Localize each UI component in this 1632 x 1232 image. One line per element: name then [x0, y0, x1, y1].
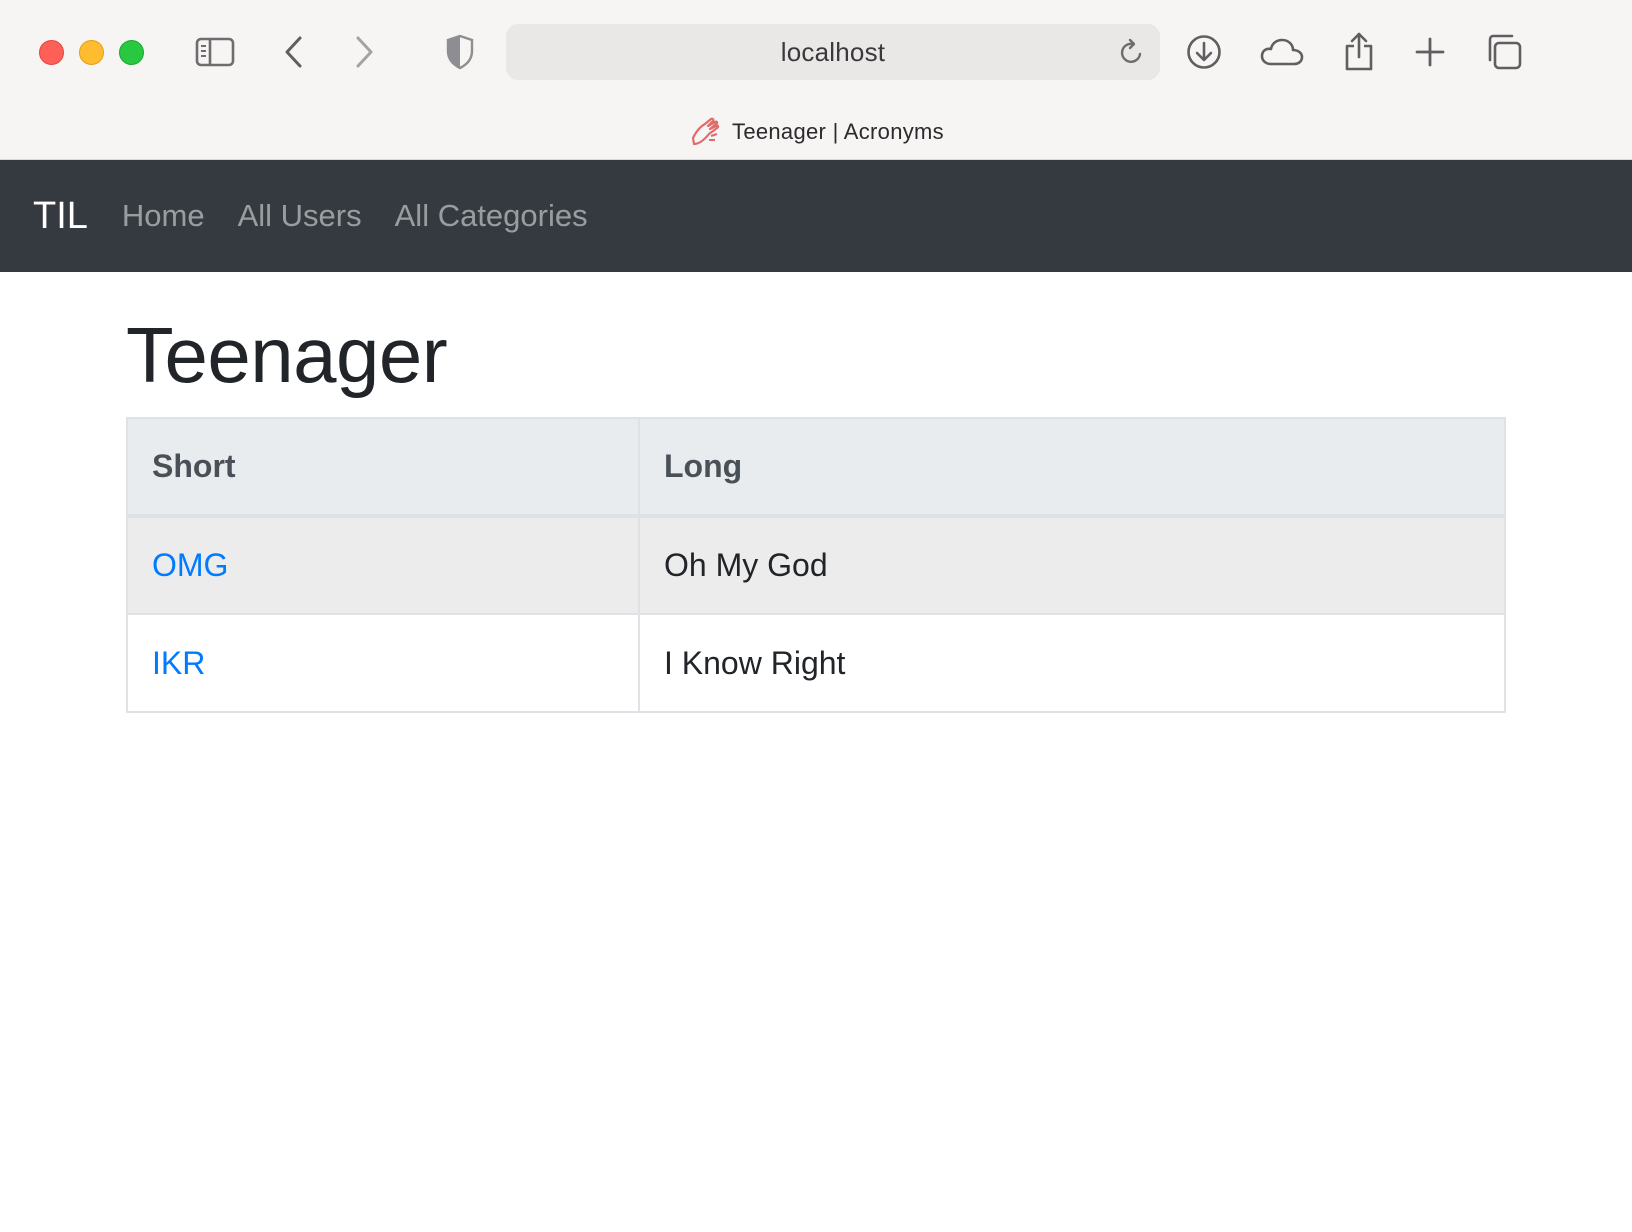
table-cell-long: Oh My God — [638, 515, 1506, 616]
acronyms-table: Short Long OMG Oh My God IKR I Know Righ… — [126, 417, 1506, 714]
download-icon[interactable] — [1182, 30, 1226, 74]
shield-icon[interactable] — [438, 30, 482, 74]
forward-icon[interactable] — [342, 30, 386, 74]
address-bar[interactable]: localhost — [506, 24, 1160, 80]
site-navbar: TIL Home All Users All Categories — [0, 160, 1632, 272]
maximize-window-button[interactable] — [119, 40, 144, 65]
column-header-long: Long — [638, 417, 1506, 519]
brand-link[interactable]: TIL — [33, 195, 88, 238]
nav-link-home[interactable]: Home — [122, 198, 205, 234]
tab[interactable]: Teenager | Acronyms — [0, 112, 1632, 152]
minimize-window-button[interactable] — [79, 40, 104, 65]
page-title: Teenager — [126, 311, 448, 399]
share-icon[interactable] — [1337, 30, 1381, 74]
sidebar-icon[interactable] — [193, 30, 237, 74]
column-header-short: Short — [126, 417, 640, 519]
close-window-button[interactable] — [39, 40, 64, 65]
back-icon[interactable] — [272, 30, 316, 74]
nav-link-all-categories[interactable]: All Categories — [395, 198, 588, 234]
browser-toolbar: localhost Teenager | Acronyms — [0, 0, 1632, 160]
raised-hands-favicon-icon — [688, 115, 722, 149]
main-content: Teenager Short Long OMG Oh My God IKR I … — [126, 272, 1506, 714]
table-row: OMG Oh My God — [126, 515, 1506, 616]
reload-icon[interactable] — [1114, 34, 1150, 70]
tab-title: Teenager | Acronyms — [732, 119, 944, 144]
address-text: localhost — [780, 36, 886, 67]
table-cell-long: I Know Right — [638, 613, 1506, 714]
acronym-link[interactable]: IKR — [152, 645, 205, 681]
plus-icon[interactable] — [1408, 30, 1452, 74]
nav-link-all-users[interactable]: All Users — [238, 198, 362, 234]
table-cell-short: OMG — [126, 515, 640, 616]
table-row: IKR I Know Right — [126, 613, 1506, 714]
tabs-icon[interactable] — [1482, 30, 1526, 74]
table-header-row: Short Long — [126, 417, 1506, 519]
acronym-link[interactable]: OMG — [152, 547, 228, 583]
cloud-icon[interactable] — [1260, 30, 1304, 74]
table-cell-short: IKR — [126, 613, 640, 714]
